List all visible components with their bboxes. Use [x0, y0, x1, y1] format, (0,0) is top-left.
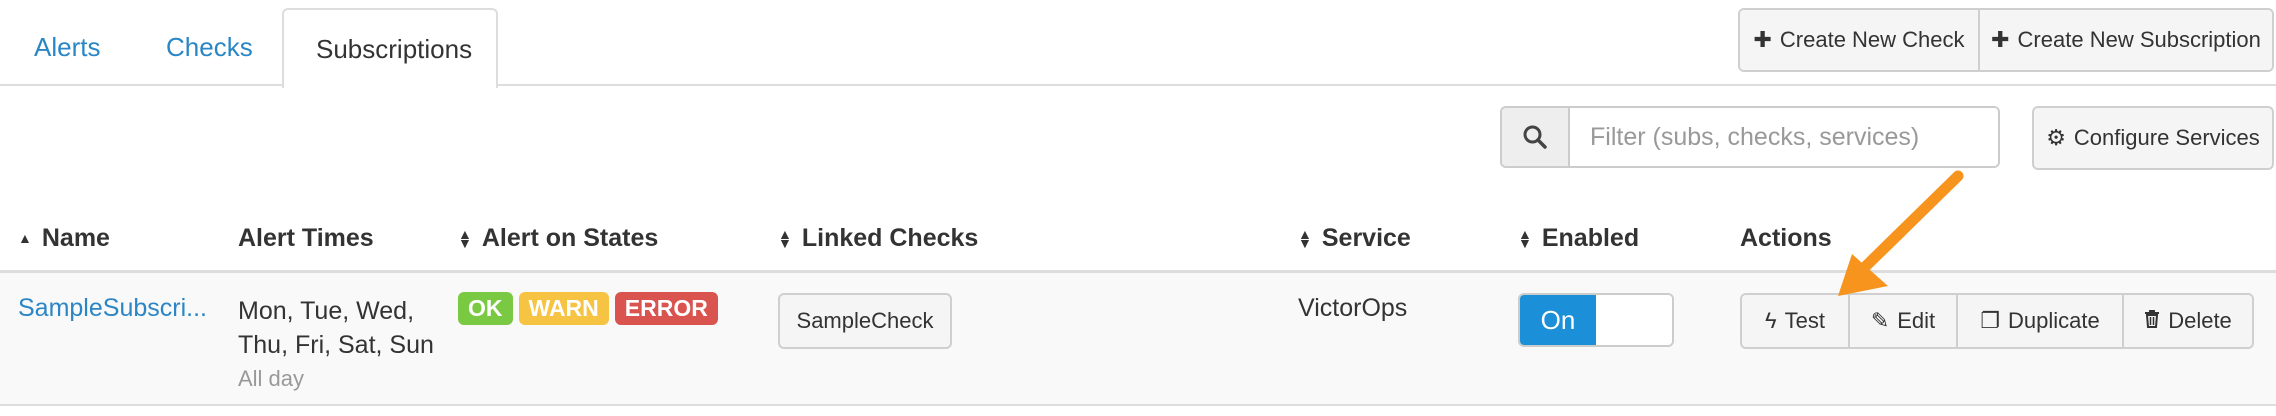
column-header-service-label: Service	[1321, 224, 1411, 252]
alert-hours: All day	[238, 366, 305, 391]
state-badge-ok: OK	[458, 292, 513, 325]
column-header-alert-on-states[interactable]: ▲ ▼ Alert on States	[458, 224, 658, 253]
create-new-subscription-button[interactable]: ✚ Create New Subscription	[1978, 10, 2272, 70]
column-header-service[interactable]: ▲ ▼ Service	[1298, 224, 1411, 253]
create-new-check-label: Create New Check	[1779, 27, 1965, 52]
alert-days-line-2: Thu, Fri, Sat, Sun	[238, 331, 434, 359]
gear-icon: ⚙	[2046, 125, 2066, 150]
sort-icon: ▲ ▼	[458, 225, 472, 251]
annotation-arrow-icon	[1838, 170, 1964, 296]
state-badge-error: ERROR	[614, 292, 718, 325]
alert-states-cell: OK WARN ERROR	[458, 292, 724, 325]
pencil-icon: ✎	[1870, 308, 1890, 333]
search-icon	[1502, 108, 1570, 166]
configure-services-label: Configure Services	[2073, 125, 2260, 150]
sort-icon: ▲ ▼	[778, 225, 792, 251]
delete-button[interactable]: Delete	[2122, 295, 2252, 347]
column-header-enabled-label: Enabled	[1541, 224, 1640, 252]
filter-search-box	[1500, 106, 2000, 168]
alert-days-line-1: Mon, Tue, Wed,	[238, 297, 415, 325]
state-badge-warn: WARN	[518, 292, 609, 325]
subscription-name-link[interactable]: SampleSubscri...	[18, 294, 207, 323]
duplicate-label: Duplicate	[2008, 308, 2100, 333]
trash-icon	[2144, 308, 2160, 334]
delete-label: Delete	[2168, 308, 2232, 333]
table-row-divider	[0, 404, 2276, 406]
service-cell: VictorOps	[1298, 294, 1408, 322]
row-actions-group: ϟ Test ✎ Edit ❐ Duplicate Delete	[1740, 293, 2254, 349]
column-header-name-label: Name	[41, 224, 110, 252]
column-header-enabled[interactable]: ▲ ▼ Enabled	[1518, 224, 1639, 253]
duplicate-button[interactable]: ❐ Duplicate	[1956, 295, 2122, 347]
column-header-name[interactable]: ▲ Name	[18, 224, 110, 253]
tab-subscriptions[interactable]: Subscriptions	[282, 8, 498, 88]
column-header-alert-on-states-label: Alert on States	[481, 224, 659, 252]
plus-icon: ✚	[1753, 27, 1772, 52]
enabled-toggle[interactable]: On	[1518, 293, 1674, 347]
plus-icon: ✚	[1991, 27, 2010, 52]
enabled-toggle-on: On	[1520, 295, 1596, 345]
filter-input[interactable]	[1570, 108, 1998, 166]
alert-times-cell: Mon, Tue, Wed, Thu, Fri, Sat, Sun All da…	[238, 294, 434, 396]
tab-alerts[interactable]: Alerts	[34, 34, 100, 60]
column-header-actions-label: Actions	[1740, 224, 1832, 252]
column-header-actions: Actions	[1740, 224, 1832, 253]
column-header-alert-times: Alert Times	[238, 224, 374, 253]
sort-icon: ▲ ▼	[1518, 225, 1532, 251]
configure-services-button[interactable]: ⚙ Configure Services	[2032, 106, 2274, 170]
sort-icon: ▲ ▼	[1298, 225, 1312, 251]
enabled-toggle-handle	[1596, 295, 1672, 345]
copy-icon: ❐	[1980, 308, 2000, 333]
test-label: Test	[1784, 308, 1825, 333]
linked-check-button[interactable]: SampleCheck	[778, 293, 952, 349]
column-header-linked-checks-label: Linked Checks	[801, 224, 979, 252]
column-header-linked-checks[interactable]: ▲ ▼ Linked Checks	[778, 224, 978, 253]
column-header-alert-times-label: Alert Times	[238, 224, 374, 252]
tab-checks[interactable]: Checks	[166, 34, 253, 60]
create-new-check-button[interactable]: ✚ Create New Check	[1740, 10, 1978, 70]
edit-label: Edit	[1897, 308, 1936, 333]
bolt-icon: ϟ	[1764, 308, 1777, 333]
sort-ascending-icon: ▲	[18, 230, 32, 246]
create-button-group: ✚ Create New Check ✚ Create New Subscrip…	[1738, 8, 2274, 72]
create-new-subscription-label: Create New Subscription	[2017, 27, 2261, 52]
